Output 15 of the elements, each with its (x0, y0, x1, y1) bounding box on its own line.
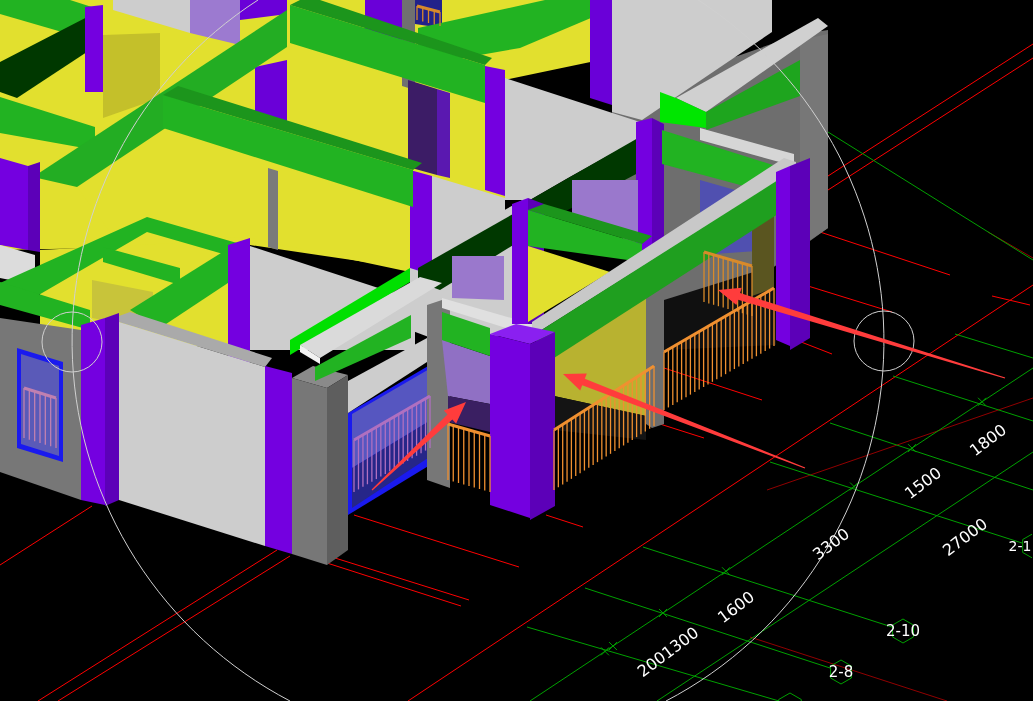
tick-mark-icon (977, 397, 987, 407)
tick-mark-icon (849, 482, 859, 491)
tick-mark-icon (907, 443, 917, 453)
window-pane (452, 256, 504, 300)
railing (23, 386, 57, 449)
column (240, 0, 287, 20)
window-pane (190, 0, 240, 45)
tick-mark-icon (600, 646, 610, 656)
orbit-handle[interactable] (41, 311, 103, 373)
beam (442, 312, 490, 356)
tick-mark-icon (608, 641, 618, 651)
railing (447, 422, 491, 493)
tick-mark-icon (658, 608, 668, 618)
orbit-handle[interactable] (853, 310, 915, 372)
tick-mark-icon (721, 566, 731, 576)
